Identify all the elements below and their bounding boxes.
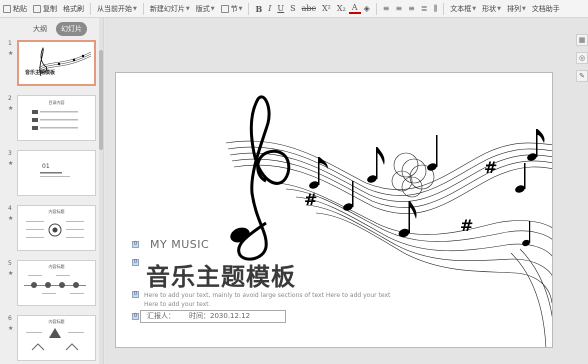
slide-number: 3 — [8, 150, 12, 157]
chevron-down-icon: ▼ — [521, 5, 526, 12]
slide-title[interactable]: 音乐主题模板 — [146, 257, 296, 292]
shape-button[interactable]: 形状 ▼ — [479, 0, 504, 17]
thumbnail-title: 01 — [42, 163, 50, 170]
animation-star-icon: ★ — [8, 50, 14, 57]
thumbnail-title: 内容标题 — [48, 319, 65, 324]
placeholder-marker[interactable]: 0 — [132, 241, 139, 248]
chevron-down-icon: ▼ — [133, 5, 137, 12]
strikethrough-icon[interactable]: abc — [299, 4, 319, 13]
slide-thumbnail-3[interactable]: 3 ★ 01 — [0, 150, 98, 198]
animation-star-icon: ★ — [8, 105, 14, 112]
slide-number: 4 — [8, 205, 12, 212]
svg-text:#: # — [304, 190, 317, 209]
paste-button[interactable]: 粘贴 — [0, 0, 30, 17]
align-left-icon[interactable]: ≡ — [380, 4, 393, 13]
align-right-icon[interactable]: ≡ — [405, 4, 418, 13]
subscript-icon[interactable]: X₂ — [334, 4, 349, 13]
thumbnail-title: 内容标题 — [48, 264, 65, 269]
animation-star-icon: ★ — [8, 325, 14, 332]
chevron-down-icon: ▼ — [472, 5, 477, 12]
doc-assistant-button[interactable]: 文档助手 — [529, 0, 563, 17]
animation-star-icon: ★ — [8, 270, 14, 277]
divider — [142, 2, 144, 15]
thumbnail-title: 音乐主题模板 — [25, 70, 56, 76]
justify-icon[interactable]: ≣ — [418, 4, 431, 13]
time-label: 时间：2030.12.12 — [189, 312, 251, 320]
current-slide[interactable]: # # # 0 MY MUSIC 0 音乐主题模板 0 Here to add yo… — [115, 72, 553, 348]
slide-thumbnail-1[interactable]: 1 ★ 音乐主题模板 — [0, 40, 98, 88]
thumbnail-title: 目录内容 — [48, 100, 65, 105]
paste-icon — [3, 4, 11, 13]
placeholder-marker[interactable]: 0 — [132, 259, 139, 266]
arrange-button[interactable]: 排列 ▼ — [504, 0, 529, 17]
slide-thumbnail-6[interactable]: 6 ★ 内容标题 — [0, 315, 98, 363]
ribbon-toolbar: 粘贴 复制 格式刷 从当前开始 ▼ 新建幻灯片 ▼ 版式 ▼ 节 ▼ B I U S a… — [0, 0, 588, 18]
panel-tabs: 大纲 幻灯片 — [0, 18, 103, 40]
thumbnail-preview: 音乐主题模板 — [17, 40, 96, 86]
right-tool-button[interactable]: ◎ — [576, 52, 588, 64]
animation-star-icon: ★ — [8, 160, 14, 167]
superscript-icon[interactable]: X² — [319, 4, 334, 13]
reporter-textbox[interactable]: 汇报人： 时间：2030.12.12 — [140, 310, 286, 323]
format-painter-button[interactable]: 格式刷 — [60, 0, 87, 17]
underline-icon[interactable]: U — [274, 4, 287, 13]
presentation-app: 粘贴 复制 格式刷 从当前开始 ▼ 新建幻灯片 ▼ 版式 ▼ 节 ▼ B I U S a… — [0, 0, 588, 364]
chevron-down-icon: ▼ — [210, 5, 215, 12]
reporter-label: 汇报人： — [147, 312, 175, 320]
chevron-down-icon: ▼ — [497, 5, 501, 12]
svg-text:#: # — [460, 216, 473, 235]
section-icon — [220, 4, 229, 13]
thumbnail-preview: 内容标题 — [17, 315, 96, 361]
slide-description[interactable]: Here to add your text, mainly to avoid l… — [144, 291, 394, 309]
tab-outline[interactable]: 大纲 — [28, 22, 52, 36]
italic-icon[interactable]: I — [265, 4, 274, 13]
layout-button[interactable]: 版式 ▼ — [193, 0, 218, 17]
thumbnail-preview: 内容标题 — [17, 260, 96, 306]
thumbnail-content-lines — [40, 172, 70, 177]
new-slide-button[interactable]: 新建幻灯片 ▼ — [147, 0, 193, 17]
slide-panel: 大纲 幻灯片 1 ★ 音乐主题模板 2 ★ 目录内容 3 ★ 01 4 ★ 内容… — [0, 18, 104, 364]
placeholder-marker[interactable]: 0 — [132, 313, 139, 320]
bold-icon[interactable]: B — [252, 4, 265, 14]
slide-number: 6 — [8, 315, 12, 322]
highlight-icon[interactable]: ◈ — [361, 4, 373, 13]
chevron-down-icon: ▼ — [185, 5, 190, 12]
section-button[interactable]: 节 ▼ — [218, 0, 246, 17]
copy-button[interactable]: 复制 — [30, 0, 60, 17]
thumbnail-preview: 01 — [17, 150, 96, 196]
right-tool-button[interactable]: ▦ — [576, 34, 588, 46]
shadow-icon[interactable]: S — [287, 4, 298, 13]
divider — [248, 2, 250, 15]
slide-thumbnail-2[interactable]: 2 ★ 目录内容 — [0, 95, 98, 143]
slide-number: 1 — [8, 40, 12, 47]
right-tool-button[interactable]: ✎ — [576, 70, 588, 82]
thumbnail-preview: 内容标题 — [17, 205, 96, 251]
slide-subtitle[interactable]: MY MUSIC — [150, 239, 209, 250]
textbox-button[interactable]: 文本框 ▼ — [447, 0, 479, 17]
copy-icon — [33, 4, 41, 13]
font-color-icon[interactable]: A — [348, 3, 361, 14]
align-center-icon[interactable]: ≡ — [392, 4, 405, 13]
animation-star-icon: ★ — [8, 215, 14, 222]
divider — [90, 2, 91, 15]
thumbnail-preview: 目录内容 — [17, 95, 96, 141]
play-from-current-button[interactable]: 从当前开始 ▼ — [94, 0, 140, 17]
scrollbar-thumb[interactable] — [99, 50, 103, 150]
divider — [443, 2, 445, 15]
thumbnail-music-art — [38, 47, 92, 77]
slide-number: 2 — [8, 95, 12, 102]
svg-text:#: # — [484, 158, 497, 177]
editing-canvas: # # # 0 MY MUSIC 0 音乐主题模板 0 Here to add yo… — [105, 18, 588, 364]
slide-number: 5 — [8, 260, 12, 267]
thumbnail-title: 内容标题 — [48, 209, 65, 214]
slide-thumbnail-4[interactable]: 4 ★ 内容标题 — [0, 205, 98, 253]
columns-icon[interactable]: ⫼ — [431, 4, 441, 14]
panel-scrollbar[interactable] — [99, 18, 103, 364]
placeholder-marker[interactable]: 0 — [132, 291, 139, 298]
divider — [375, 2, 377, 15]
slide-thumbnail-5[interactable]: 5 ★ 内容标题 — [0, 260, 98, 308]
chevron-down-icon: ▼ — [238, 5, 243, 12]
tab-slides[interactable]: 幻灯片 — [56, 22, 87, 36]
